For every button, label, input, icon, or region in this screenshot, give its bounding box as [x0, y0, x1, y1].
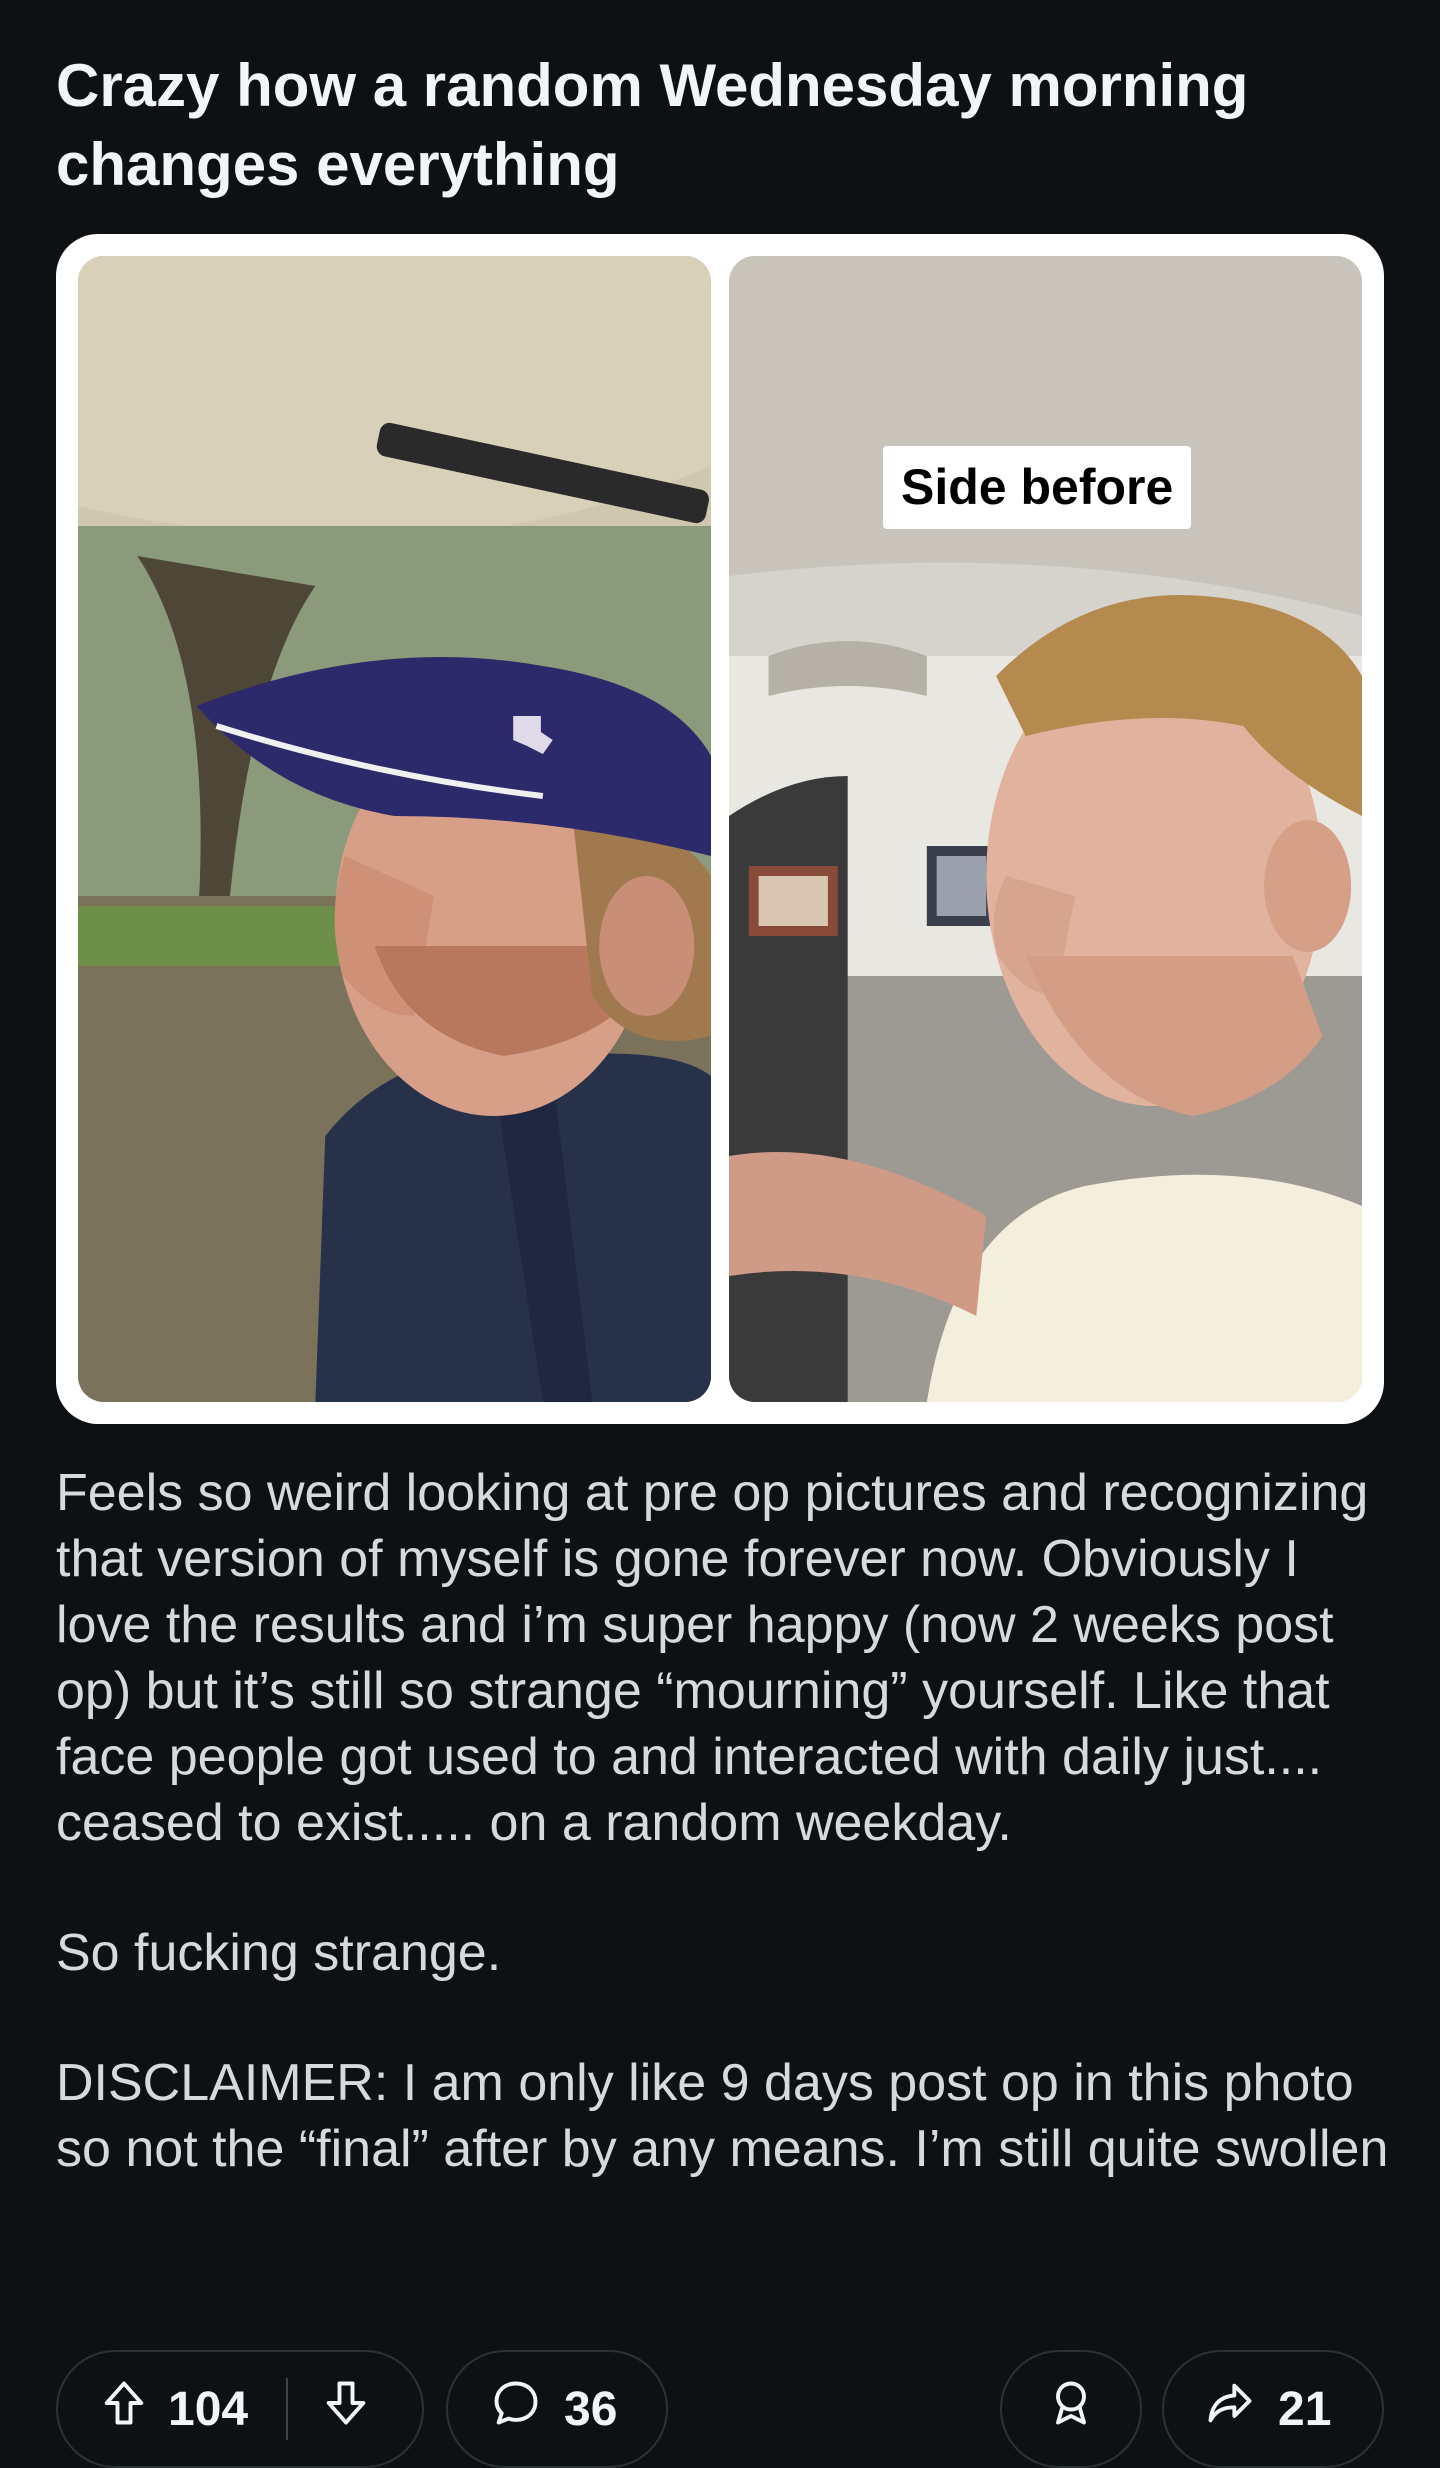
share-button[interactable]: 21 [1162, 2350, 1384, 2468]
comment-bubble-icon [490, 2377, 542, 2441]
photo-before-illustration [729, 256, 1362, 1402]
post-body: Feels so weird looking at pre op picture… [56, 1460, 1396, 2246]
award-icon [1045, 2377, 1097, 2441]
photo-before-side-profile: Side before [729, 256, 1362, 1402]
photo-after-illustration [78, 256, 711, 1402]
comments-button[interactable]: 36 [446, 2350, 668, 2468]
downvote-arrow-icon[interactable] [320, 2377, 372, 2441]
photo-after-side-profile [78, 256, 711, 1402]
upvote-arrow-icon[interactable] [98, 2377, 150, 2441]
vote-control: 104 [56, 2350, 424, 2468]
body-paragraph: So fucking strange. [56, 1924, 502, 1982]
post-title[interactable]: Crazy how a random Wednesday morning cha… [56, 46, 1376, 204]
body-paragraph: Feels so weird looking at pre op picture… [56, 1464, 1369, 1852]
share-arrow-icon [1204, 2377, 1256, 2441]
upvote-count: 104 [168, 2382, 249, 2436]
post-action-bar: 104 36 21 [56, 2350, 1384, 2468]
vote-divider [286, 2378, 289, 2440]
award-button[interactable] [1000, 2350, 1142, 2468]
comment-count: 36 [564, 2382, 618, 2436]
post-image-gallery[interactable]: Side before [56, 234, 1384, 1424]
body-paragraph: DISCLAIMER: I am only like 9 days post o… [56, 2054, 1389, 2178]
share-count: 21 [1278, 2382, 1332, 2436]
image-caption: Side before [883, 446, 1192, 529]
